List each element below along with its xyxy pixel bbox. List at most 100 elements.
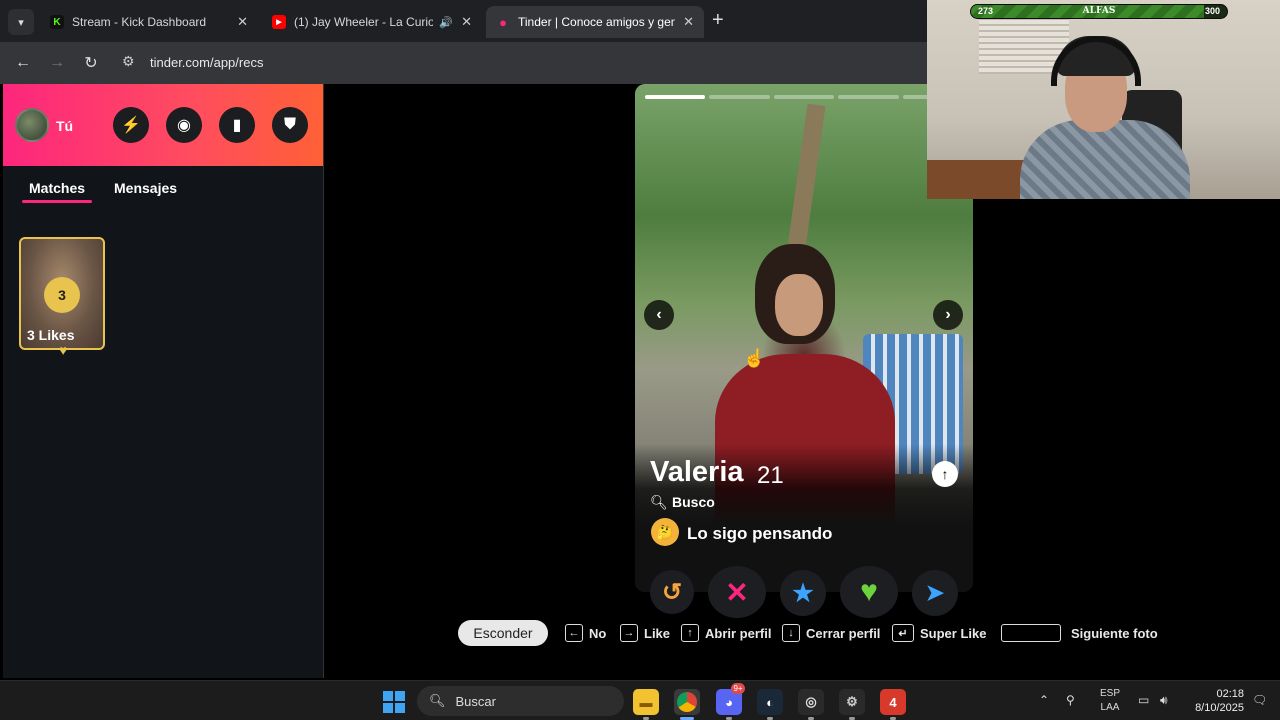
address-bar[interactable]: tinder.com/app/recs bbox=[150, 55, 263, 70]
shortcut-open-profile: ↑ Abrir perfil bbox=[681, 620, 771, 646]
relationship-intent: Lo sigo pensando bbox=[687, 524, 833, 543]
photo-progress-segment[interactable] bbox=[709, 95, 770, 99]
webcam-overlay bbox=[927, 0, 1280, 199]
tray-chevron-icon[interactable]: ⌃ bbox=[1039, 693, 1049, 707]
tab-kick-dashboard[interactable]: K Stream - Kick Dashboard ✕ bbox=[40, 6, 258, 38]
display-icon[interactable]: ▭ bbox=[1138, 693, 1149, 707]
right-arrow-key-icon: → bbox=[620, 624, 638, 642]
notifications-icon[interactable]: 🗨 bbox=[1252, 693, 1267, 707]
profile-card[interactable]: ‹ › Valeria 21 ↑ 🔍︎ Busco 🤔 Lo sigo pens… bbox=[635, 84, 973, 592]
hp-name: ALFAS bbox=[1082, 6, 1116, 16]
shortcut-label: No bbox=[589, 625, 607, 641]
looking-for-label: Busco bbox=[672, 494, 715, 510]
speaker-icon[interactable]: 🔊 bbox=[439, 16, 453, 29]
likes-you-card[interactable]: 3 3 Likes bbox=[19, 237, 105, 350]
file-explorer-icon[interactable]: ▬ bbox=[633, 689, 659, 715]
nope-button[interactable]: ✕ bbox=[708, 566, 766, 618]
close-tab-icon[interactable]: ✕ bbox=[237, 14, 248, 30]
gold-heart-icon: ♥ bbox=[59, 342, 68, 358]
tab-matches[interactable]: Matches bbox=[29, 180, 85, 196]
taskbar-search-placeholder: Buscar bbox=[455, 693, 496, 709]
chrome-icon[interactable] bbox=[674, 689, 700, 715]
shortcut-like: → Like bbox=[620, 620, 670, 646]
super-like-button[interactable]: ★ bbox=[780, 570, 826, 616]
boost-lightning-icon[interactable]: ⚡ bbox=[113, 107, 149, 143]
open-profile-icon[interactable]: ↑ bbox=[932, 461, 958, 487]
mouse-cursor-icon: ☝ bbox=[743, 348, 766, 368]
tab-search-menu-icon[interactable]: ▾ bbox=[8, 9, 34, 35]
tab-title: (1) Jay Wheeler - La Curiosidad bbox=[294, 15, 434, 29]
profile-name: Valeria bbox=[650, 456, 744, 488]
likes-count-badge: 3 bbox=[44, 277, 80, 313]
new-tab-button[interactable]: + bbox=[712, 10, 724, 30]
taskbar-search[interactable]: 🔍︎ Buscar bbox=[417, 686, 624, 716]
keyboard-layout: LAA bbox=[1100, 702, 1120, 713]
photo-progress-segment[interactable] bbox=[773, 95, 835, 99]
shortcut-no: ← No bbox=[565, 620, 606, 646]
briefcase-icon[interactable]: ▮ bbox=[219, 107, 255, 143]
obs-icon[interactable]: ◎ bbox=[798, 689, 824, 715]
search-icon: 🔍︎ bbox=[650, 494, 668, 510]
close-tab-icon[interactable]: ✕ bbox=[683, 14, 694, 30]
discord-badge: 9+ bbox=[731, 683, 745, 694]
stream-hp-bar: 273 ALFAS 300 bbox=[970, 4, 1228, 19]
tab-messages[interactable]: Mensajes bbox=[114, 180, 177, 196]
volume-icon[interactable]: 🔊︎ bbox=[1160, 693, 1168, 708]
hide-shortcuts-button[interactable]: Esconder bbox=[458, 620, 548, 646]
hp-max: 300 bbox=[1204, 6, 1220, 16]
site-settings-icon[interactable]: ⚙ bbox=[122, 53, 135, 70]
shortcut-close-profile: ↓ Cerrar perfil bbox=[782, 620, 880, 646]
close-tab-icon[interactable]: ✕ bbox=[461, 14, 472, 30]
tinder-sidebar: Tú ⚡ ◉ ▮ ⛊ Matches Mensajes 3 3 Likes ♥ bbox=[3, 84, 324, 678]
network-icon[interactable]: ⚲ bbox=[1066, 693, 1075, 707]
down-arrow-key-icon: ↓ bbox=[782, 624, 800, 642]
steam-icon[interactable]: ◐ bbox=[757, 689, 783, 715]
shortcut-super-like: ↵ Super Like bbox=[892, 620, 986, 646]
windows-start-icon[interactable] bbox=[383, 691, 405, 713]
youtube-favicon-icon: ▶ bbox=[272, 15, 286, 29]
language-indicator[interactable]: ESP LAA bbox=[1100, 687, 1120, 715]
settings-gear-icon[interactable]: ⚙ bbox=[839, 689, 865, 715]
active-tab-underline bbox=[22, 200, 92, 203]
sidebar-header: Tú ⚡ ◉ ▮ ⛊ bbox=[3, 84, 323, 166]
like-button[interactable]: ♥ bbox=[840, 566, 898, 618]
back-arrow-icon[interactable]: ← bbox=[12, 52, 34, 74]
tab-tinder[interactable]: ● Tinder | Conoce amigos y gente nueva ✕ bbox=[486, 6, 704, 38]
kick-favicon-icon: K bbox=[50, 15, 64, 29]
shortcut-label: Abrir perfil bbox=[705, 625, 772, 641]
enter-key-icon: ↵ bbox=[892, 624, 914, 642]
search-icon: 🔍︎ bbox=[429, 693, 446, 708]
likes-label: 3 Likes bbox=[27, 327, 75, 343]
shortcut-label: Super Like bbox=[920, 625, 987, 641]
profile-age: 21 bbox=[757, 462, 784, 489]
previous-photo-icon[interactable]: ‹ bbox=[644, 300, 674, 330]
tab-youtube[interactable]: ▶ (1) Jay Wheeler - La Curiosidad 🔊 ✕ bbox=[262, 6, 482, 38]
explore-compass-icon[interactable]: ◉ bbox=[166, 107, 202, 143]
photo-progress-segment[interactable] bbox=[838, 95, 899, 99]
thinking-emoji-icon: 🤔 bbox=[651, 518, 679, 546]
boost-button[interactable]: ➤ bbox=[912, 570, 958, 616]
screen: ▾ K Stream - Kick Dashboard ✕ ▶ (1) Jay … bbox=[0, 0, 1280, 720]
shortcut-label: Siguiente foto bbox=[1071, 625, 1158, 641]
profile-label[interactable]: Tú bbox=[56, 118, 73, 134]
tab-title: Stream - Kick Dashboard bbox=[72, 15, 207, 29]
up-arrow-key-icon: ↑ bbox=[681, 624, 699, 642]
avatar[interactable] bbox=[15, 108, 49, 142]
reload-icon[interactable]: ↻ bbox=[80, 52, 102, 74]
clock-date: 8/10/2025 bbox=[1195, 702, 1244, 714]
shortcut-label: Like bbox=[644, 625, 671, 641]
forward-arrow-icon[interactable]: → bbox=[46, 52, 68, 74]
space-key-icon bbox=[1001, 624, 1061, 642]
safety-shield-icon[interactable]: ⛊ bbox=[272, 107, 308, 143]
app-4-icon[interactable]: 4 bbox=[880, 689, 906, 715]
photo-progress bbox=[645, 95, 964, 99]
next-photo-icon[interactable]: › bbox=[933, 300, 963, 330]
photo-progress-segment[interactable] bbox=[645, 95, 706, 99]
rewind-button[interactable]: ↺ bbox=[650, 570, 694, 614]
left-arrow-key-icon: ← bbox=[565, 624, 583, 642]
shortcut-label: Cerrar perfil bbox=[806, 625, 881, 641]
shortcut-next-photo: Siguiente foto bbox=[1001, 620, 1158, 646]
system-clock[interactable]: 02:18 8/10/2025 bbox=[1188, 687, 1244, 715]
tab-title: Tinder | Conoce amigos y gente nueva bbox=[518, 15, 676, 29]
tinder-flame-icon: ● bbox=[499, 14, 507, 30]
